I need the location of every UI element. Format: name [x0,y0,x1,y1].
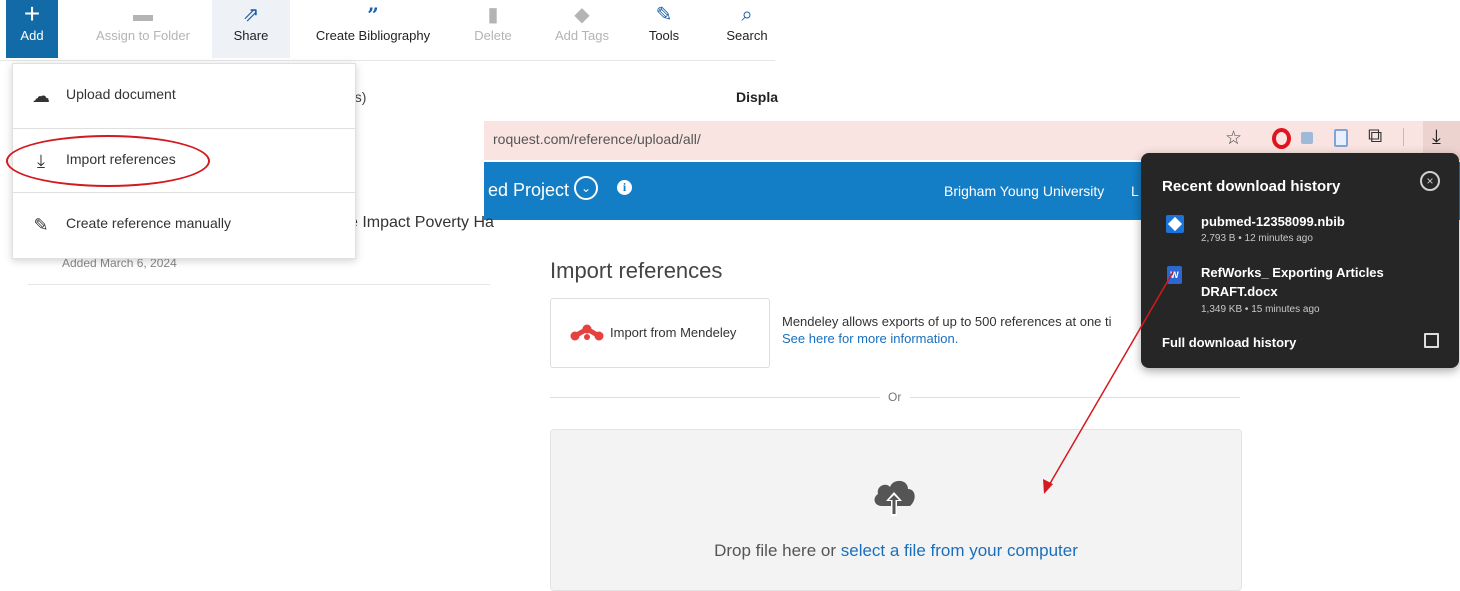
tools-button[interactable]: ✎ Tools [638,0,690,58]
mendeley-label: Import from Mendeley [610,325,737,340]
folder-icon: ▬ [133,4,153,26]
or-separator: Or [888,390,902,404]
drop-instructions: Drop file here or select a file from you… [551,541,1241,561]
download-item-name[interactable]: RefWorks_ Exporting Articles [1201,265,1384,280]
download-item-meta: 1,349 KB • 15 minutes ago [1201,304,1320,315]
select-file-link[interactable]: select a file from your computer [841,541,1078,560]
menu-label: Upload document [66,86,176,102]
chevron-down-icon[interactable]: ⌄ [574,176,598,200]
info-icon[interactable]: i [617,180,632,195]
tag-icon: ◆ [574,4,590,26]
header-truncated-item[interactable]: L [1131,183,1139,199]
download-icon[interactable]: ⤓ [1432,126,1441,149]
popup-title: Recent download history [1162,178,1341,195]
full-download-history-link[interactable]: Full download history [1162,335,1296,350]
add-label: Add [20,28,44,43]
url-text[interactable]: roquest.com/reference/upload/all/ [493,131,701,147]
add-button[interactable]: + Add [6,0,58,58]
download-item-meta: 2,793 B • 12 minutes ago [1201,233,1313,244]
delete-label: Delete [474,28,512,43]
reference-title-fragment[interactable]: e Impact Poverty Ha [349,214,494,232]
cloud-upload-icon [874,480,915,516]
toolbar-divider [1403,128,1404,146]
institution-name[interactable]: Brigham Young University [944,183,1104,199]
download-item-name-cont[interactable]: DRAFT.docx [1201,284,1278,299]
menu-item-create-manually[interactable]: ✎ Create reference manually [13,193,355,256]
divider [910,397,1240,398]
nbib-file-icon [1166,215,1184,233]
share-button[interactable]: ⇗ Share [212,0,290,58]
assign-folder-label: Assign to Folder [96,28,190,43]
create-bibliography-button[interactable]: ” Create Bibliography [306,0,440,58]
mendeley-logo-icon [570,324,604,341]
share-icon: ⇗ [242,4,260,26]
open-external-icon[interactable] [1424,333,1439,348]
search-icon: ⌕ [741,4,753,26]
list-divider [28,284,490,285]
opera-extension-icon[interactable] [1272,128,1291,149]
search-label: Search [726,28,768,43]
highlight-ellipse-annotation [6,135,210,187]
bibliography-label: Create Bibliography [315,28,431,43]
add-tags-button[interactable]: ◆ Add Tags [546,0,618,58]
word-file-icon: W [1167,266,1182,284]
quote-icon: ” [367,3,379,27]
page-title: Import references [550,258,723,283]
import-from-mendeley-button[interactable]: Import from Mendeley [550,298,770,368]
reference-toolbar: + Add ▬ Assign to Folder ⇗ Share ” Creat… [0,0,775,61]
edit-icon: ✎ [33,215,49,235]
trash-icon: ▮ [487,4,499,26]
puzzle-icon[interactable]: ⧉ [1368,125,1382,148]
share-label: Share [233,28,269,43]
document-extension-icon[interactable] [1334,129,1348,147]
drop-text: Drop file here or [714,541,841,560]
extension-icon[interactable] [1301,132,1313,144]
delete-button[interactable]: ▮ Delete [464,0,522,58]
assign-to-folder-button[interactable]: ▬ Assign to Folder [88,0,198,58]
plus-icon: + [23,0,41,29]
download-item-name[interactable]: pubmed-12358099.nbib [1201,214,1345,229]
display-options-fragment[interactable]: Displa [736,89,778,105]
bookmark-star-icon[interactable]: ☆ [1225,127,1242,150]
file-drop-zone[interactable]: Drop file here or select a file from you… [550,429,1242,591]
download-history-popup: Recent download history × pubmed-1235809… [1141,153,1459,368]
more-info-link[interactable]: See here for more information. [782,331,958,346]
search-button[interactable]: ⌕ Search [718,0,776,58]
menu-label: Create reference manually [66,215,231,231]
close-icon[interactable]: × [1420,171,1440,191]
tools-label: Tools [648,28,680,43]
cloud-upload-icon: ☁ [32,86,50,106]
divider [550,397,880,398]
project-title[interactable]: ed Project [488,180,569,201]
wrench-icon: ✎ [655,4,673,26]
add-tags-label: Add Tags [555,28,609,43]
menu-item-upload-document[interactable]: ☁ Upload document [13,64,355,127]
mendeley-info-text: Mendeley allows exports of up to 500 ref… [782,314,1112,329]
